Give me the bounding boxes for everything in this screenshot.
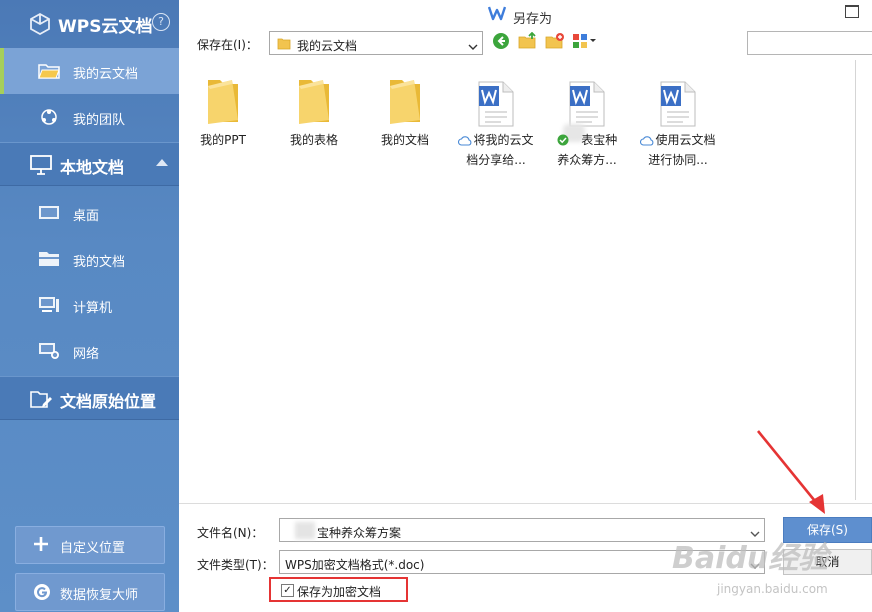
- encrypt-checkbox[interactable]: ✓: [281, 584, 294, 597]
- watermark: Baidu经验: [672, 541, 829, 576]
- folder-icon: [293, 76, 335, 131]
- wps-doc-icon: [566, 76, 608, 131]
- file-item-folder[interactable]: 我的PPT: [181, 66, 265, 176]
- data-recovery-button[interactable]: 数据恢复大师: [15, 573, 165, 611]
- brand-title: WPS云文档: [58, 17, 153, 37]
- watermark-url: jingyan.baidu.com: [717, 582, 828, 596]
- documents-icon: [38, 250, 60, 271]
- folder-icon: [277, 37, 291, 53]
- sidebar-item-label: 网络: [73, 347, 100, 362]
- filetype-value: WPS加密文档格式(*.doc): [285, 558, 425, 572]
- location-label: 保存在(I)：: [197, 38, 258, 52]
- section-title: 本地文档: [60, 158, 125, 177]
- new-folder-icon[interactable]: [545, 32, 565, 53]
- file-item-folder[interactable]: 我的文档: [363, 66, 447, 176]
- folder-icon: [384, 76, 426, 131]
- dialog-titlebar: 另存为: [179, 0, 872, 30]
- filename-label: 文件名(N)：: [197, 526, 264, 540]
- file-name: 我的PPT: [200, 133, 246, 147]
- file-name: 表宝种 养众筹方...: [557, 133, 618, 167]
- sidebar-item-my-documents[interactable]: 我的文档: [0, 236, 179, 282]
- file-item-doc[interactable]: 表宝种 养众筹方...: [545, 66, 629, 176]
- encrypt-option-highlight: ✓ 保存为加密文档: [269, 577, 408, 602]
- help-icon[interactable]: ?: [152, 13, 170, 31]
- file-item-folder[interactable]: 我的表格: [272, 66, 356, 176]
- sidebar-item-my-team[interactable]: 我的团队: [0, 94, 179, 140]
- sidebar-item-label: 计算机: [73, 301, 113, 316]
- file-name: 使用云文档 进行协同...: [636, 131, 720, 169]
- cube-icon: [28, 12, 52, 39]
- location-dropdown[interactable]: 我的云文档: [269, 31, 483, 55]
- folder-icon: [38, 62, 60, 83]
- sidebar: WPS云文档 ? 我的云文档 我的团队 本地文档 桌面 我的文档 计算机 网络 …: [0, 0, 179, 612]
- sidebar-item-label: 桌面: [73, 209, 100, 224]
- section-original-location[interactable]: 文档原始位置: [0, 376, 179, 420]
- maximize-icon[interactable]: [845, 5, 859, 18]
- recovery-icon: [33, 583, 51, 604]
- wps-writer-icon: [487, 5, 507, 24]
- wps-doc-icon: [475, 76, 517, 131]
- cloud-icon: [640, 133, 654, 151]
- folder-edit-icon: [30, 389, 52, 412]
- desktop-icon: [38, 204, 60, 225]
- scroll-track[interactable]: [855, 60, 856, 500]
- sidebar-item-network[interactable]: 网络: [0, 328, 179, 374]
- back-icon[interactable]: [492, 32, 510, 53]
- file-name: 我的表格: [289, 133, 338, 147]
- folder-icon: [202, 76, 244, 131]
- section-local-docs[interactable]: 本地文档: [0, 142, 179, 186]
- sidebar-brand: WPS云文档 ?: [0, 0, 179, 46]
- search-input[interactable]: [747, 31, 872, 55]
- wps-doc-icon: [657, 76, 699, 131]
- collapse-caret-icon[interactable]: [156, 159, 168, 166]
- monitor-icon: [30, 155, 52, 178]
- team-icon: [38, 108, 60, 129]
- button-label: 自定义位置: [60, 541, 126, 556]
- file-name: 将我的云文 档分享给...: [454, 131, 538, 169]
- encrypt-checkbox-label[interactable]: 保存为加密文档: [297, 583, 381, 600]
- sidebar-item-my-cloud-docs[interactable]: 我的云文档: [0, 48, 179, 94]
- sidebar-item-label: 我的文档: [73, 255, 126, 270]
- file-list: 我的PPT 我的表格 我的文档 将我的云文 档分享给... 表宝种 养众筹方..…: [179, 62, 855, 500]
- sidebar-item-computer[interactable]: 计算机: [0, 282, 179, 328]
- parent-folder-icon[interactable]: [518, 31, 538, 53]
- file-item-doc[interactable]: 使用云文档 进行协同...: [636, 66, 720, 176]
- annotation-arrow-icon: [755, 428, 835, 521]
- view-grid-icon[interactable]: [572, 32, 598, 53]
- section-title: 文档原始位置: [60, 392, 157, 411]
- plus-icon: [33, 536, 49, 555]
- custom-location-button[interactable]: 自定义位置: [15, 526, 165, 564]
- filename-value: 宝种养众筹方案: [317, 526, 402, 540]
- sidebar-item-label: 我的云文档: [73, 67, 139, 82]
- computer-icon: [38, 296, 60, 317]
- chevron-down-icon: [468, 40, 478, 54]
- cloud-icon: [458, 133, 472, 151]
- network-icon: [38, 342, 60, 363]
- file-item-doc[interactable]: 将我的云文 档分享给...: [454, 66, 538, 176]
- file-name: 我的文档: [380, 133, 429, 147]
- location-value: 我的云文档: [297, 39, 358, 53]
- filetype-label: 文件类型(T)：: [197, 558, 274, 572]
- synced-check-icon: [557, 133, 569, 151]
- sidebar-item-label: 我的团队: [73, 113, 126, 128]
- sidebar-item-desktop[interactable]: 桌面: [0, 190, 179, 236]
- button-label: 数据恢复大师: [60, 588, 139, 603]
- dialog-title: 另存为: [513, 12, 553, 27]
